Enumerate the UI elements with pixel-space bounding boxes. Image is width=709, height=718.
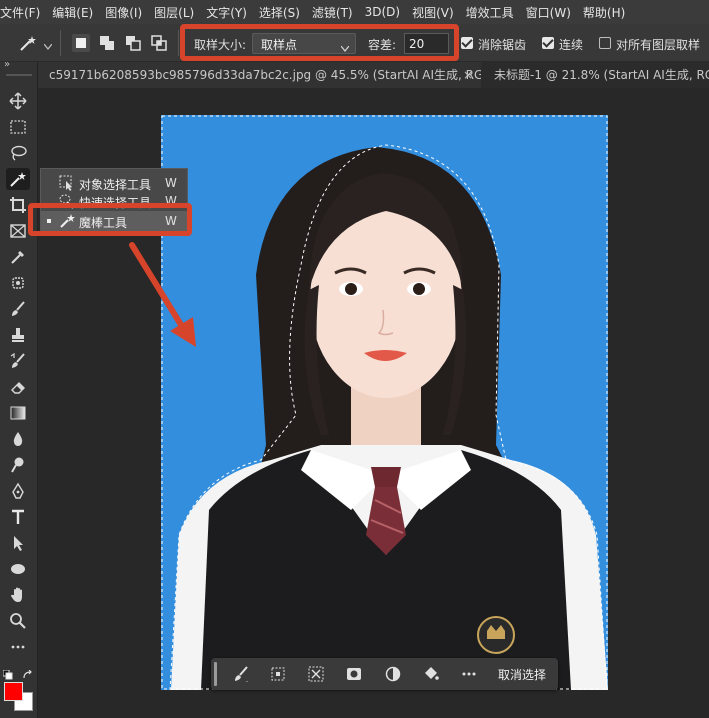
fill-bucket-icon[interactable] (421, 664, 441, 684)
more-options-icon[interactable] (459, 664, 479, 684)
deselect-button[interactable]: 取消选择 (498, 666, 546, 683)
divider (178, 30, 179, 56)
eraser-tool-icon[interactable] (6, 376, 30, 398)
menu-help[interactable]: 帮助(H) (577, 4, 631, 21)
eyedropper-tool-icon[interactable] (6, 246, 30, 268)
object-selection-icon (59, 175, 75, 191)
select-subject-brush-icon[interactable] (231, 664, 251, 684)
menu-3d[interactable]: 3D(D) (359, 5, 406, 19)
invert-selection-icon[interactable] (306, 664, 326, 684)
menu-file[interactable]: 文件(F) (0, 4, 46, 21)
path-selection-tool-icon[interactable] (6, 532, 30, 554)
adjustment-layer-icon[interactable] (383, 664, 403, 684)
foreground-color-swatch[interactable] (4, 682, 23, 701)
object-selection-tool-item[interactable]: 对象选择工具 W (41, 173, 187, 193)
menu-view[interactable]: 视图(V) (406, 4, 460, 21)
menu-bar: 文件(F) 编辑(E) 图像(I) 图层(L) 文字(Y) 选择(S) 滤镜(T… (0, 0, 709, 24)
frame-tool-icon[interactable] (6, 220, 30, 242)
document-tab-bar: c59171b6208593bc985796d33da7bc2c.jpg @ 4… (0, 62, 709, 88)
marquee-tool-icon[interactable] (6, 116, 30, 138)
portrait-image (161, 115, 608, 690)
sample-all-layers-checkbox[interactable] (599, 37, 611, 49)
options-bar: 取样大小: 取样点 容差: 消除锯齿 连续 对所有图层取样 (0, 24, 709, 62)
history-brush-tool-icon[interactable] (6, 350, 30, 372)
new-selection-icon[interactable] (72, 34, 90, 52)
more-tools-icon[interactable] (6, 636, 30, 658)
lasso-tool-icon[interactable] (6, 142, 30, 164)
add-to-selection-icon[interactable] (98, 34, 116, 52)
contextual-task-bar: 取消选择 (211, 658, 558, 690)
ellipse-tool-icon[interactable] (6, 558, 30, 580)
menu-edit[interactable]: 编辑(E) (46, 4, 99, 21)
tab-label: c59171b6208593bc985796d33da7bc2c.jpg @ 4… (49, 68, 481, 82)
antialias-checkbox[interactable] (461, 37, 473, 49)
healing-brush-tool-icon[interactable] (6, 272, 30, 294)
subtract-from-selection-icon[interactable] (124, 34, 142, 52)
mask-icon[interactable] (344, 664, 364, 684)
options-highlight-box (180, 24, 459, 61)
tools-panel: » (0, 59, 38, 718)
pen-tool-icon[interactable] (6, 480, 30, 502)
zoom-tool-icon[interactable] (6, 610, 30, 632)
tab-document-2[interactable]: 未标题-1 @ 21.8% (StartAI AI生成, RGB/8 (482, 62, 709, 88)
default-colors-icon[interactable] (2, 665, 13, 680)
blur-tool-icon[interactable] (6, 428, 30, 450)
chevron-down-icon[interactable] (43, 39, 53, 51)
document-canvas-photo[interactable] (161, 115, 608, 690)
antialias-label: 消除锯齿 (478, 38, 527, 52)
menu-plugins[interactable]: 增效工具 (460, 4, 520, 21)
taskbar-grip[interactable] (214, 662, 217, 686)
tab-label: 未标题-1 @ 21.8% (StartAI AI生成, RGB/8 (494, 68, 709, 82)
annotation-arrow (129, 242, 196, 347)
close-icon[interactable]: × (463, 62, 473, 88)
type-tool-icon[interactable] (6, 506, 30, 528)
intersect-selection-icon[interactable] (150, 34, 168, 52)
menu-filter[interactable]: 滤镜(T) (306, 4, 359, 21)
gradient-tool-icon[interactable] (6, 402, 30, 424)
menu-image[interactable]: 图像(I) (99, 4, 148, 21)
brush-tool-icon[interactable] (6, 298, 30, 320)
sample-all-layers-label: 对所有图层取样 (616, 38, 701, 52)
menu-window[interactable]: 窗口(W) (520, 4, 577, 21)
crop-tool-icon[interactable] (6, 194, 30, 216)
menu-type[interactable]: 文字(Y) (200, 4, 253, 21)
toolbar-grip[interactable] (6, 74, 32, 76)
dodge-tool-icon[interactable] (6, 454, 30, 476)
contiguous-label: 连续 (559, 38, 584, 52)
transform-selection-icon[interactable] (268, 664, 288, 684)
swap-colors-icon[interactable] (23, 665, 33, 679)
magic-wand-preset-icon[interactable] (18, 33, 38, 53)
collapse-arrows-icon[interactable]: » (4, 59, 10, 70)
menu-select[interactable]: 选择(S) (253, 4, 306, 21)
menu-layer[interactable]: 图层(L) (148, 4, 200, 21)
magic-wand-tool-icon[interactable] (6, 168, 30, 190)
tab-document-1[interactable]: c59171b6208593bc985796d33da7bc2c.jpg @ 4… (38, 62, 481, 88)
move-tool-icon[interactable] (6, 90, 30, 112)
contiguous-checkbox[interactable] (542, 37, 554, 49)
hand-tool-icon[interactable] (6, 584, 30, 606)
divider (60, 30, 61, 56)
object-selection-shortcut: W (165, 176, 177, 190)
clone-stamp-tool-icon[interactable] (6, 324, 30, 346)
magic-wand-highlight-box (28, 203, 192, 236)
